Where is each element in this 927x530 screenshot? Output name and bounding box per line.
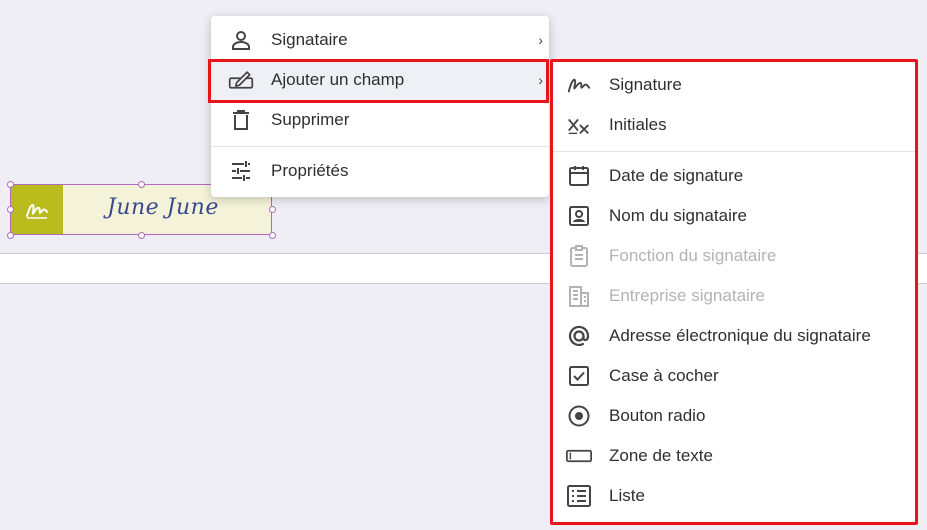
submenu-item-signer-name[interactable]: Nom du signataire [553,196,915,236]
submenu-item-signature[interactable]: Signature [553,65,915,105]
submenu-item-signer-company[interactable]: Entreprise signataire [553,276,915,316]
resize-handle-top-left[interactable] [7,181,14,188]
resize-handle-bottom[interactable] [138,232,145,239]
resize-handle-bottom-right[interactable] [269,232,276,239]
submenu-item-checkbox[interactable]: Case à cocher [553,356,915,396]
resize-handle-top[interactable] [138,181,145,188]
building-icon [566,283,592,309]
signature-field-text: June June [107,195,219,220]
initials-icon [566,112,592,138]
submenu-item-label: Signature [609,75,682,94]
submenu-item-label: Entreprise signataire [609,286,765,305]
highlight-frame-add-field [208,59,549,103]
submenu-item-list[interactable]: Liste [553,476,915,516]
submenu-item-initials[interactable]: Initiales [553,105,915,145]
submenu-divider [553,151,915,152]
signature-icon [23,196,51,224]
calendar-icon [566,163,592,189]
submenu-item-label: Case à cocher [609,366,719,385]
checkbox-icon [566,363,592,389]
add-field-submenu: Signature Initiales Date de signature No… [550,59,918,525]
resize-handle-left[interactable] [7,206,14,213]
resize-handle-bottom-left[interactable] [7,232,14,239]
chevron-right-icon: › [538,32,543,48]
context-menu: Signataire › Ajouter un champ › Supprime… [211,16,549,197]
clipboard-icon [566,243,592,269]
menu-item-properties[interactable]: Propriétés [211,151,549,191]
submenu-item-label: Fonction du signataire [609,246,777,265]
submenu-item-label: Liste [609,486,645,505]
resize-handle-right[interactable] [269,206,276,213]
at-icon [566,323,592,349]
submenu-item-text-box[interactable]: Zone de texte [553,436,915,476]
person-icon [228,27,254,53]
trash-icon [228,107,254,133]
submenu-item-signer-email[interactable]: Adresse électronique du signataire [553,316,915,356]
submenu-item-label: Bouton radio [609,406,706,425]
id-card-icon [566,203,592,229]
menu-divider [211,146,549,147]
textbox-icon [566,443,592,469]
signature-field-badge [11,185,63,234]
menu-item-signer[interactable]: Signataire › [211,20,549,60]
submenu-item-signer-title[interactable]: Fonction du signataire [553,236,915,276]
submenu-item-radio-button[interactable]: Bouton radio [553,396,915,436]
menu-item-label: Signataire [271,30,348,49]
submenu-item-signing-date[interactable]: Date de signature [553,156,915,196]
sliders-icon [228,158,254,184]
submenu-item-label: Nom du signataire [609,206,747,225]
submenu-item-label: Date de signature [609,166,744,185]
menu-item-label: Propriétés [271,161,349,180]
submenu-item-label: Zone de texte [609,446,713,465]
radio-icon [566,403,592,429]
menu-item-label: Supprimer [271,110,350,129]
list-icon [566,483,592,509]
submenu-item-label: Adresse électronique du signataire [609,326,871,345]
menu-item-delete[interactable]: Supprimer [211,100,549,140]
signature-icon [566,72,592,98]
submenu-item-label: Initiales [609,115,667,134]
